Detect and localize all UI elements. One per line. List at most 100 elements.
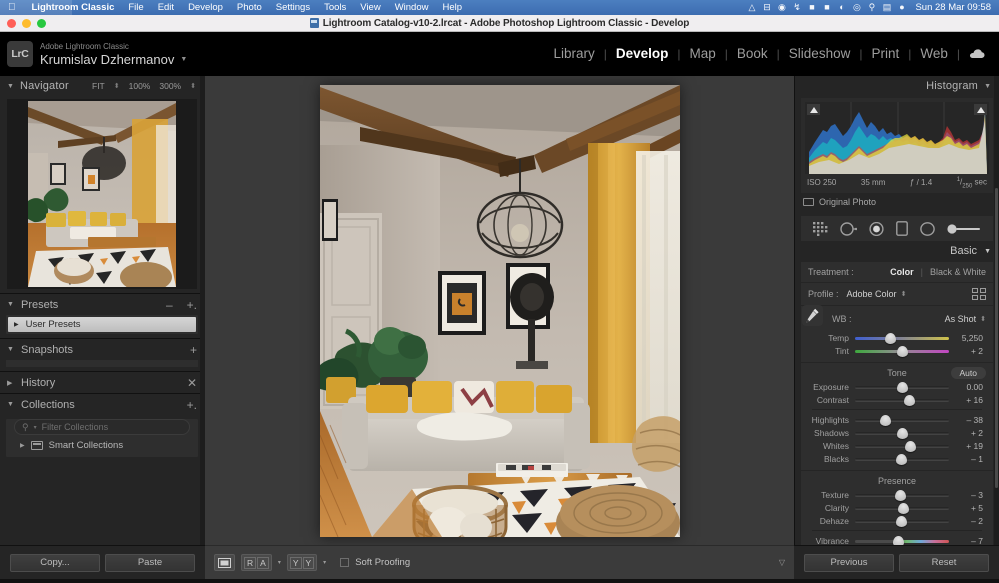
treatment-color-button[interactable]: Color (890, 267, 914, 277)
texture-value[interactable]: – 3 (949, 490, 983, 500)
history-header[interactable]: ▶ History ✕ (0, 372, 204, 393)
menu-lightroom-classic[interactable]: Lightroom Classic (25, 0, 122, 15)
highlights-value[interactable]: – 38 (949, 415, 983, 425)
scrollbar-thumb[interactable] (995, 188, 998, 488)
highlights-slider[interactable] (855, 414, 949, 426)
add-snapshot-button[interactable]: + (190, 343, 197, 357)
snapshots-header[interactable]: ▼ Snapshots + (0, 339, 204, 360)
zoom-level-stepper-icon[interactable]: ⬍ (190, 82, 196, 90)
shadows-slider-row[interactable]: Shadows + 2 (808, 426, 986, 439)
disclosure-triangle-icon[interactable]: ▼ (7, 346, 14, 353)
menubar-clock[interactable]: Sun 28 Mar 09:58 (909, 2, 999, 13)
texture-slider-knob[interactable] (894, 489, 906, 501)
highlights-slider-row[interactable]: Highlights – 38 (808, 413, 986, 426)
histogram-graph[interactable] (805, 102, 989, 174)
minus-box-icon[interactable]: ⊟ (759, 0, 774, 15)
contrast-slider-row[interactable]: Contrast + 16 (808, 393, 986, 406)
navigator-header[interactable]: ▼ Navigator FIT ⬍ 100% 300% ⬍ (0, 76, 204, 96)
clarity-slider-row[interactable]: Clarity + 5 (808, 501, 986, 514)
profile-select[interactable]: Adobe Color ⬍ (847, 289, 907, 299)
collections-header[interactable]: ▼ Collections +. (0, 394, 204, 415)
menu-photo[interactable]: Photo (230, 0, 269, 15)
whites-slider-knob[interactable] (904, 440, 916, 452)
tint-slider-row[interactable]: Tint + 2 (808, 344, 986, 357)
left-panel-resize-handle[interactable] (200, 76, 205, 545)
reset-button[interactable]: Reset (899, 553, 989, 572)
zoom-button[interactable] (37, 19, 46, 28)
menu-edit[interactable]: Edit (151, 0, 181, 15)
disclosure-triangle-icon[interactable]: ▼ (7, 301, 14, 308)
original-photo-checkbox-icon[interactable] (803, 198, 814, 207)
toolbar-options-caret-icon[interactable]: ▽ (779, 558, 785, 567)
filmstrip-collapsed[interactable] (0, 579, 999, 583)
siri-icon[interactable]: ● (894, 0, 909, 15)
clear-history-button[interactable]: ✕ (187, 376, 197, 390)
dehaze-slider-row[interactable]: Dehaze – 2 (808, 514, 986, 527)
graduated-filter-tool[interactable] (947, 223, 981, 235)
vibrance-slider-knob[interactable] (892, 535, 904, 545)
vibrance-slider[interactable] (855, 535, 949, 545)
chevron-down-icon[interactable]: ▼ (180, 52, 187, 67)
battery-charging-icon[interactable]: ■ (819, 0, 834, 15)
circle-arrow-icon[interactable]: △ (744, 0, 759, 15)
tab-book[interactable]: Book (728, 44, 777, 64)
disclosure-triangle-icon[interactable]: ▼ (984, 248, 991, 255)
crop-overlay-tool[interactable] (813, 221, 828, 236)
whites-slider-row[interactable]: Whites + 19 (808, 439, 986, 452)
user-account-icon[interactable]: ◎ (849, 0, 864, 15)
disclosure-triangle-icon[interactable]: ▼ (7, 401, 14, 408)
remove-preset-button[interactable]: – (166, 298, 173, 312)
vibrance-value[interactable]: – 7 (949, 536, 983, 545)
original-photo-toggle[interactable]: Original Photo (795, 193, 999, 212)
paste-settings-button[interactable]: Paste (105, 553, 195, 572)
dehaze-value[interactable]: – 2 (949, 516, 983, 526)
wb-preset-select[interactable]: As Shot ⬍ (945, 314, 986, 324)
search-caret-icon[interactable]: ▾ (34, 424, 37, 431)
zoom-100-button[interactable]: 100% (129, 81, 151, 91)
presets-header[interactable]: ▼ Presets – +. (0, 294, 204, 315)
temp-slider[interactable] (855, 332, 949, 344)
menu-help[interactable]: Help (435, 0, 469, 15)
search-icon[interactable]: ⚲ (864, 0, 879, 15)
right-panel-scrollbar[interactable] (994, 76, 999, 545)
shadows-slider[interactable] (855, 427, 949, 439)
close-button[interactable] (7, 19, 16, 28)
exposure-slider-knob[interactable] (896, 381, 908, 393)
highlights-slider-knob[interactable] (879, 414, 891, 426)
before-after-split-button[interactable]: Y Y (286, 554, 318, 571)
collection-item-smart-collections[interactable]: ▶ Smart Collections (6, 438, 198, 453)
dehaze-slider[interactable] (855, 515, 949, 527)
tab-print[interactable]: Print (862, 44, 908, 64)
minimize-button[interactable] (22, 19, 31, 28)
texture-slider-row[interactable]: Texture – 3 (808, 488, 986, 501)
clarity-slider-knob[interactable] (898, 502, 910, 514)
histogram-header[interactable]: Histogram ▼ (795, 76, 999, 96)
exposure-value[interactable]: 0.00 (949, 382, 983, 392)
add-preset-button[interactable]: +. (187, 298, 197, 312)
wb-stepper-icon[interactable]: ⬍ (980, 315, 986, 323)
identity-user-name[interactable]: Krumislav Dzhermanov ▼ (40, 52, 187, 67)
temp-slider-row[interactable]: Temp 5,250 (808, 331, 986, 344)
flag-uk-icon[interactable]: ■ (804, 0, 819, 15)
soft-proofing-checkbox[interactable] (340, 558, 350, 567)
zoom-fit-stepper-icon[interactable]: ⬍ (114, 82, 120, 90)
zoom-300-button[interactable]: 300% (159, 81, 181, 91)
tab-library[interactable]: Library (544, 44, 603, 64)
treatment-black-white-button[interactable]: Black & White (930, 267, 986, 277)
exposure-slider[interactable] (855, 381, 949, 393)
blacks-slider[interactable] (855, 453, 949, 465)
shadow-clipping-toggle[interactable] (807, 104, 820, 115)
clarity-slider[interactable] (855, 502, 949, 514)
clarity-value[interactable]: + 5 (949, 503, 983, 513)
split-view-caret-icon[interactable]: ▾ (323, 559, 326, 566)
develop-photo[interactable] (319, 84, 680, 537)
texture-slider[interactable] (855, 489, 949, 501)
menu-develop[interactable]: Develop (181, 0, 230, 15)
exposure-slider-row[interactable]: Exposure 0.00 (808, 380, 986, 393)
image-preview-area[interactable] (205, 76, 794, 545)
control-center-icon[interactable]: ▤ (879, 0, 894, 15)
masking-rectangle-tool[interactable] (896, 221, 908, 237)
menu-tools[interactable]: Tools (317, 0, 353, 15)
menu-view[interactable]: View (353, 0, 387, 15)
vibrance-slider-row[interactable]: Vibrance – 7 (808, 534, 986, 545)
